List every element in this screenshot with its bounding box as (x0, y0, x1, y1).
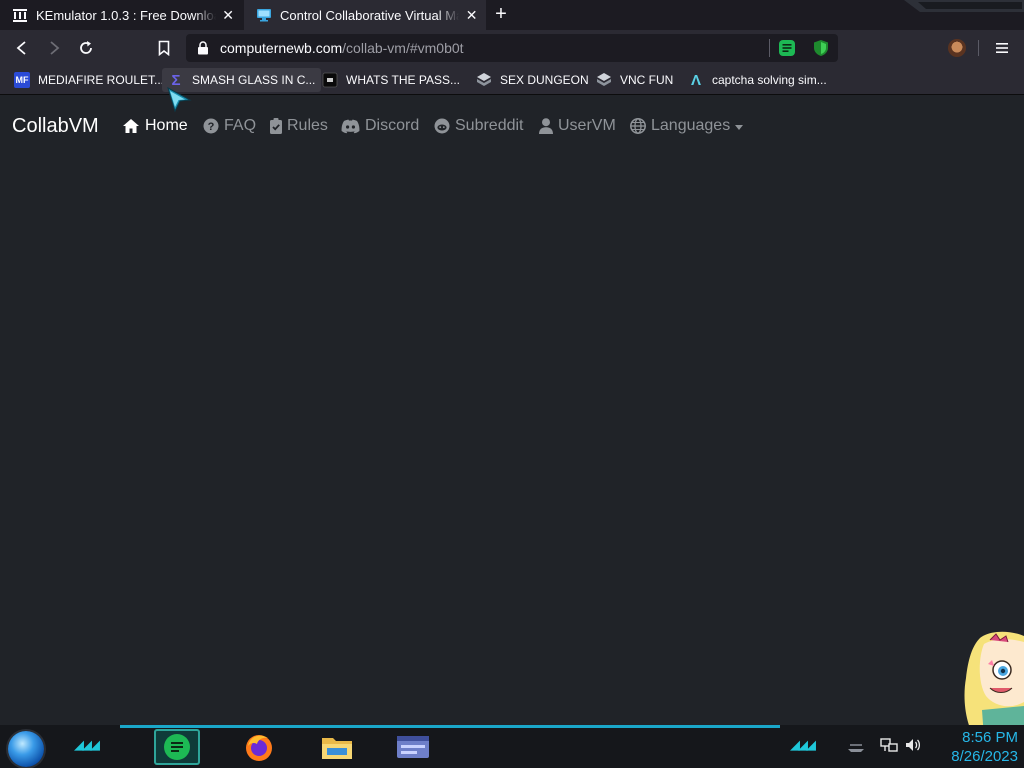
tab-title: Control Collaborative Virtual Machines! (280, 7, 459, 23)
vnc-icon (476, 72, 492, 88)
tab-title: KEmulator 1.0.3 : Free Download, Borrow,… (36, 7, 216, 23)
nav-rules[interactable]: Rules (270, 117, 328, 135)
bookmark-label: captcha solving sim... (712, 73, 827, 87)
reload-button[interactable] (76, 38, 96, 58)
user-icon (539, 118, 553, 134)
nav-languages-dropdown[interactable]: Languages (630, 117, 744, 135)
tab-collabvm[interactable]: Control Collaborative Virtual Machines! … (244, 0, 486, 30)
reddit-icon (434, 118, 450, 134)
network-icon[interactable] (880, 737, 898, 753)
show-hidden-icons-icon[interactable] (846, 737, 866, 753)
nav-uservm[interactable]: UserVM (539, 117, 616, 135)
globe-icon (630, 118, 646, 134)
url-host: computernewb.com (220, 40, 343, 56)
home-icon (123, 119, 139, 133)
url-bar[interactable]: computernewb.com/collab-vm/#vm0b0t (186, 34, 838, 62)
nav-label: Home (145, 117, 188, 134)
chevron-down-icon (735, 124, 744, 130)
bookmark-label: VNC FUN (620, 73, 674, 87)
chat-app-icon (164, 734, 190, 760)
bookmark-label: SMASH GLASS IN C... (192, 73, 316, 87)
vnc-icon (596, 72, 612, 88)
bookmark-button[interactable] (154, 38, 174, 58)
lambda-icon: Λ (690, 71, 701, 89)
new-tab-button[interactable]: + (490, 4, 512, 26)
navigation-toolbar: computernewb.com/collab-vm/#vm0b0t (0, 30, 1024, 66)
volume-icon[interactable] (904, 737, 922, 753)
toolbar-separator (978, 40, 979, 56)
firefox-icon (246, 735, 272, 761)
bookmark-sex-dungeon[interactable]: SEX DUNGEON (470, 68, 595, 92)
taskbar-firefox[interactable] (236, 729, 282, 765)
back-arrow-icon (16, 41, 26, 55)
nav-home[interactable]: Home (122, 117, 188, 135)
system-clock[interactable]: 8:56 PM 8/26/2023 (951, 728, 1018, 766)
nav-subreddit[interactable]: Subreddit (434, 117, 524, 135)
bookmark-label: MEDIAFIRE ROULET... (38, 73, 165, 87)
archive-icon (12, 7, 28, 23)
nav-label: Languages (651, 117, 731, 134)
discord-icon (341, 119, 360, 133)
nav-label: Subreddit (455, 117, 524, 134)
mouse-cursor-icon (167, 86, 192, 113)
shield-extension-icon[interactable] (812, 39, 830, 57)
bookmark-mediafire[interactable]: MF MEDIAFIRE ROULET... (8, 68, 170, 92)
url-separator (769, 39, 770, 57)
close-tab-icon[interactable]: ✕ (222, 7, 234, 23)
bookmark-icon (158, 40, 170, 56)
bookmarks-toolbar: MF MEDIAFIRE ROULET... Σ SMASH GLASS IN … (0, 66, 1024, 95)
clock-time: 8:56 PM (962, 729, 1018, 746)
clipboard-check-icon (270, 118, 282, 134)
site-brand[interactable]: CollabVM (12, 115, 99, 138)
app-menu-button[interactable] (993, 38, 1011, 58)
chat-extension-icon[interactable] (778, 39, 796, 57)
taskbar-file-explorer[interactable] (314, 729, 360, 765)
clock-date: 8/26/2023 (951, 748, 1018, 765)
reload-icon (80, 41, 92, 54)
nav-discord[interactable]: Discord (341, 117, 419, 135)
page-content: CollabVM Home ? FAQ Rules Discord Subred… (0, 86, 1024, 753)
question-circle-icon: ? (203, 118, 219, 134)
nav-label: UserVM (558, 117, 616, 134)
bookmark-whats-the-pass[interactable]: WHATS THE PASS... (316, 68, 466, 92)
window-app-icon (397, 736, 429, 758)
nav-label: Discord (365, 117, 420, 134)
account-avatar[interactable] (948, 39, 966, 57)
tab-kemulator[interactable]: KEmulator 1.0.3 : Free Download, Borrow,… (0, 0, 242, 30)
nav-faq[interactable]: ? FAQ (203, 117, 256, 135)
url-path: /collab-vm/#vm0b0t (342, 40, 464, 56)
decorative-chevrons-icon: ◢◢◢ (790, 737, 816, 752)
forward-button[interactable] (44, 38, 64, 58)
bookmark-label: WHATS THE PASS... (346, 73, 461, 87)
start-button[interactable] (8, 731, 44, 767)
back-button[interactable] (12, 38, 32, 58)
window-frame-decoration (904, 0, 1024, 12)
nav-label: Rules (287, 117, 328, 134)
mediafire-icon: MF (14, 72, 30, 88)
taskbar: ◢◢◢ ◢◢◢ 8:56 PM 8/26/2023 (0, 725, 1024, 768)
bookmark-captcha[interactable]: Λ captcha solving sim... (682, 68, 833, 92)
hamburger-menu-icon (996, 43, 1008, 53)
decorative-chevrons-icon: ◢◢◢ (74, 737, 100, 752)
taskbar-window-app[interactable] (390, 729, 436, 765)
lock-icon (196, 41, 210, 55)
nav-label: FAQ (224, 117, 257, 134)
bookmark-vnc-fun[interactable]: VNC FUN (590, 68, 679, 92)
taskbar-accent-bar (120, 725, 780, 728)
file-explorer-icon (322, 738, 352, 759)
bookmark-label: SEX DUNGEON (500, 73, 589, 87)
monitor-icon (256, 7, 272, 23)
tab-strip: KEmulator 1.0.3 : Free Download, Borrow,… (0, 0, 1024, 30)
dark-square-icon (322, 72, 338, 88)
close-tab-icon[interactable]: ✕ (465, 7, 478, 23)
forward-arrow-icon (50, 41, 60, 55)
svg-text:?: ? (208, 121, 215, 133)
taskbar-chat-app[interactable] (154, 729, 200, 765)
